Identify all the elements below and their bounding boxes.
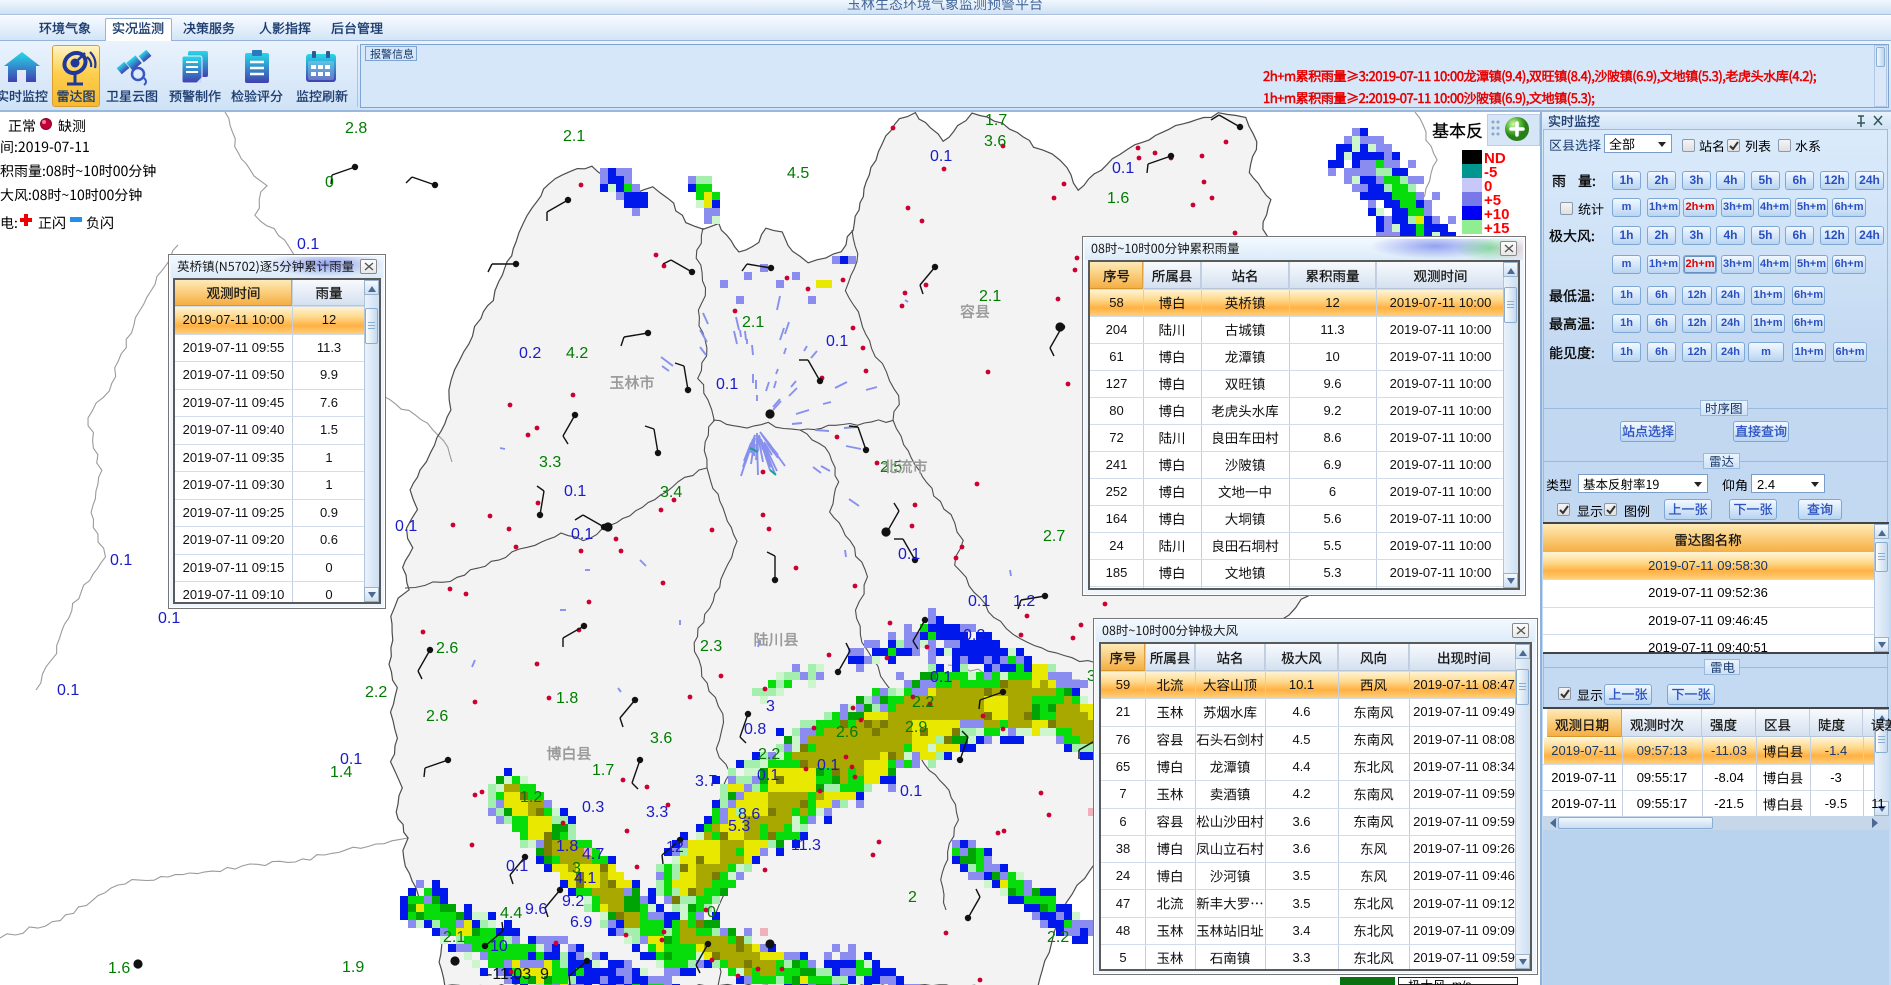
svg-text:0.1: 0.1: [571, 526, 593, 543]
svg-text:1.7: 1.7: [592, 762, 614, 779]
svg-text:4.2: 4.2: [566, 345, 588, 362]
svg-text:+15: +15: [1484, 220, 1509, 237]
svg-text:0.1: 0.1: [506, 858, 528, 875]
svg-text:0.8: 0.8: [744, 721, 766, 738]
svg-text:4.7: 4.7: [582, 846, 604, 863]
svg-text:4.4: 4.4: [500, 905, 522, 922]
svg-text:-11.03: -11.03: [487, 966, 531, 983]
svg-text:3.3: 3.3: [539, 454, 561, 471]
svg-text:0: 0: [707, 904, 716, 921]
svg-text:2.6: 2.6: [436, 640, 458, 657]
svg-text:12: 12: [666, 839, 684, 856]
svg-text:2.3: 2.3: [700, 638, 722, 655]
svg-text:9: 9: [540, 966, 549, 983]
svg-text:0.1: 0.1: [110, 552, 132, 569]
svg-text:3.3: 3.3: [646, 804, 668, 821]
svg-text:2.7: 2.7: [1043, 528, 1065, 545]
svg-text:2.1: 2.1: [979, 288, 1001, 305]
svg-text:0.1: 0.1: [898, 546, 920, 563]
svg-text:2.1: 2.1: [563, 128, 585, 145]
svg-text:2.1: 2.1: [742, 314, 764, 331]
svg-text:0.1: 0.1: [900, 783, 922, 800]
svg-text:5.3: 5.3: [728, 818, 750, 835]
svg-text:0.1: 0.1: [395, 518, 417, 535]
svg-text:1.4: 1.4: [330, 764, 352, 781]
svg-text:0.1: 0.1: [757, 767, 779, 784]
svg-text:3.7: 3.7: [695, 773, 717, 790]
svg-text:9.2: 9.2: [562, 893, 584, 910]
svg-text:9.6: 9.6: [525, 901, 547, 918]
svg-text:0.1: 0.1: [158, 610, 180, 627]
svg-text:3.6: 3.6: [984, 133, 1006, 150]
svg-text:1.2: 1.2: [520, 789, 542, 806]
svg-text:2.2: 2.2: [365, 684, 387, 701]
svg-text:4.1: 4.1: [574, 870, 596, 887]
svg-text:0.2: 0.2: [519, 345, 541, 362]
svg-text:11.3: 11.3: [791, 837, 821, 854]
svg-text:3.6: 3.6: [650, 730, 672, 747]
svg-text:2.2: 2.2: [758, 746, 780, 763]
svg-text:2.2: 2.2: [912, 694, 934, 711]
svg-text:2.2: 2.2: [1047, 929, 1069, 946]
svg-text:0.1: 0.1: [930, 148, 952, 165]
svg-text:2.6: 2.6: [426, 708, 448, 725]
svg-text:0.1: 0.1: [968, 593, 990, 610]
svg-text:1.2: 1.2: [1013, 593, 1035, 610]
svg-text:3.4: 3.4: [660, 484, 682, 501]
svg-text:1.8: 1.8: [556, 838, 578, 855]
svg-text:1.9: 1.9: [342, 959, 364, 976]
svg-text:0.1: 0.1: [826, 333, 848, 350]
svg-text:0.1: 0.1: [57, 682, 79, 699]
svg-text:2.8: 2.8: [345, 120, 367, 137]
svg-text:0: 0: [325, 174, 334, 191]
svg-text:1.6: 1.6: [1107, 190, 1129, 207]
svg-text:1.6: 1.6: [108, 960, 130, 977]
svg-text:0.1: 0.1: [297, 236, 319, 253]
svg-text:1.8: 1.8: [556, 690, 578, 707]
svg-text:10: 10: [490, 938, 508, 955]
svg-text:2.5: 2.5: [880, 459, 902, 476]
svg-text:0.1: 0.1: [1112, 160, 1134, 177]
svg-text:0.1: 0.1: [817, 757, 839, 774]
svg-text:0.2: 0.2: [963, 627, 985, 644]
svg-text:4.5: 4.5: [787, 165, 809, 182]
svg-text:0.1: 0.1: [564, 483, 586, 500]
svg-text:0.3: 0.3: [582, 799, 604, 816]
svg-text:0.1: 0.1: [930, 669, 952, 686]
svg-text:2.9: 2.9: [905, 719, 927, 736]
svg-text:6.9: 6.9: [570, 914, 592, 931]
svg-text:2.6: 2.6: [836, 724, 858, 741]
svg-text:2: 2: [908, 889, 917, 906]
svg-text:3: 3: [766, 698, 775, 715]
svg-text:0.1: 0.1: [716, 376, 738, 393]
svg-text:1.7: 1.7: [985, 112, 1007, 129]
svg-text:2.1: 2.1: [443, 929, 465, 946]
